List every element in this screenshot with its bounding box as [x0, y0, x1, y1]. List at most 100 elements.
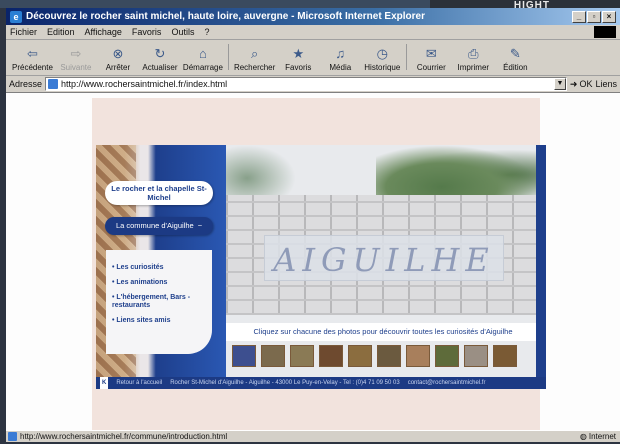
title-bar[interactable]: e Découvrez le rocher saint michel, haut… [6, 8, 620, 25]
back-button[interactable]: ⇦ Précédente [10, 46, 55, 72]
refresh-icon: ↻ [154, 46, 166, 61]
forward-label: Suivante [60, 63, 92, 72]
internet-zone: ◍ Internet [580, 432, 616, 441]
photo-caption: Cliquez sur chacune des photos pour déco… [226, 323, 540, 341]
go-arrow-icon: ➜ [569, 78, 578, 89]
back-label: Précédente [12, 63, 53, 72]
address-url: http://www.rochersaintmichel.fr/index.ht… [61, 79, 228, 89]
zone-label: Internet [588, 432, 616, 441]
media-button[interactable]: ♫ Média [319, 46, 361, 72]
menu-outils[interactable]: Outils [171, 27, 194, 37]
thumbnail[interactable] [493, 345, 517, 367]
mail-icon: ✉ [425, 46, 437, 61]
site-main: AIGUILHE Cliquez sur chacune des photos … [226, 145, 540, 377]
print-label: Imprimer [457, 63, 490, 72]
stop-icon: ⊗ [112, 46, 124, 61]
address-label: Adresse [9, 79, 43, 89]
address-input[interactable]: http://www.rochersaintmichel.fr/index.ht… [45, 77, 567, 91]
address-bar: Adresse http://www.rochersaintmichel.fr/… [6, 76, 620, 93]
sky-image [226, 145, 296, 200]
browser-window: e Découvrez le rocher saint michel, haut… [6, 8, 620, 442]
menu-edition[interactable]: Edition [47, 27, 75, 37]
footer-logo: K [100, 377, 109, 389]
menu-favoris[interactable]: Favoris [132, 27, 162, 37]
site-frame: Le rocher et la chapelle St-Michel La co… [96, 145, 546, 389]
nav-commune-label: La commune d'Aiguilhe [115, 221, 194, 230]
thumbnail[interactable] [435, 345, 459, 367]
menu-fichier[interactable]: Fichier [10, 27, 37, 37]
thumbnail[interactable] [261, 345, 285, 367]
history-icon: ◷ [376, 46, 388, 61]
mail-button[interactable]: ✉ Courrier [410, 46, 452, 72]
home-button[interactable]: ⌂ Démarrage [181, 46, 225, 72]
menu-affichage[interactable]: Affichage [85, 27, 122, 37]
menu-help[interactable]: ? [204, 27, 209, 37]
menu-bar: Fichier Edition Affichage Favoris Outils… [6, 25, 620, 40]
right-band [536, 145, 546, 377]
edit-icon: ✎ [509, 46, 521, 61]
media-icon: ♫ [335, 46, 346, 61]
link-hebergement[interactable]: L'hébergement, Bars - restaurants [112, 294, 208, 310]
link-animations[interactable]: Les animations [112, 279, 208, 287]
favorites-label: Favoris [285, 63, 312, 72]
toolbar-separator [406, 44, 408, 70]
link-curiosites[interactable]: Les curiosités [112, 264, 208, 272]
page-viewport: Le rocher et la chapelle St-Michel La co… [6, 93, 620, 430]
site-footer: K Retour à l'accueil Rocher St-Michel d'… [96, 377, 546, 389]
history-button[interactable]: ◷ Historique [361, 46, 403, 72]
status-bar: http://www.rochersaintmichel.fr/commune/… [6, 430, 620, 442]
go-label: OK [579, 79, 593, 89]
print-button[interactable]: ⎙ Imprimer [452, 46, 494, 72]
ie-logo-icon: e [10, 10, 22, 23]
site-sidebar: Le rocher et la chapelle St-Michel La co… [96, 145, 226, 377]
thumbnail[interactable] [464, 345, 488, 367]
chevron-down-icon[interactable]: ▼ [553, 78, 566, 90]
edit-button[interactable]: ✎ Édition [494, 46, 536, 72]
forward-button[interactable]: ⇨ Suivante [55, 46, 97, 72]
search-button[interactable]: ⌕ Rechercher [232, 46, 277, 72]
print-icon: ⎙ [468, 46, 479, 61]
favorites-button[interactable]: ★ Favoris [277, 46, 319, 72]
footer-email-link[interactable]: contact@rochersaintmichel.fr [408, 377, 486, 389]
home-label: Démarrage [182, 63, 223, 72]
page-icon [8, 432, 17, 441]
windows-logo-icon [594, 26, 616, 38]
maximize-button[interactable]: ▫ [587, 10, 601, 23]
refresh-label: Actualiser [142, 63, 178, 72]
thumbnail[interactable] [319, 345, 343, 367]
stop-button[interactable]: ⊗ Arrêter [97, 46, 139, 72]
edit-label: Édition [503, 63, 528, 72]
footer-home-link[interactable]: Retour à l'accueil [116, 377, 162, 389]
stop-label: Arrêter [105, 63, 131, 72]
history-label: Historique [364, 63, 401, 72]
page-favicon-icon [48, 79, 59, 89]
favorites-icon: ★ [292, 46, 305, 61]
thumbnail[interactable] [406, 345, 430, 367]
thumbnail[interactable] [232, 345, 256, 367]
search-icon: ⌕ [250, 46, 259, 61]
thumbnail[interactable] [348, 345, 372, 367]
minimize-button[interactable]: _ [572, 10, 586, 23]
mail-label: Courrier [416, 63, 446, 72]
thumbnail[interactable] [290, 345, 314, 367]
back-arrow-icon: ⇦ [27, 46, 38, 61]
toolbar-separator [227, 44, 229, 70]
footer-address: Rocher St-Michel d'Aiguilhe - Aiguilhe -… [170, 380, 400, 386]
thumbnail[interactable] [377, 345, 401, 367]
sidebar-links: Les curiosités Les animations L'hébergem… [106, 250, 212, 354]
nav-rocher-chapelle[interactable]: Le rocher et la chapelle St-Michel [105, 181, 213, 205]
toolbar: ⇦ Précédente ⇨ Suivante ⊗ Arrêter ↻ Actu… [6, 40, 620, 76]
forward-arrow-icon: ⇨ [70, 46, 82, 61]
status-text: http://www.rochersaintmichel.fr/commune/… [20, 432, 228, 441]
close-button[interactable]: × [602, 10, 616, 23]
search-label: Rechercher [233, 63, 276, 72]
links-button[interactable]: Liens [595, 79, 617, 89]
go-button[interactable]: ➜ OK [570, 79, 593, 90]
refresh-button[interactable]: ↻ Actualiser [139, 46, 181, 72]
photo-thumbnails [232, 345, 517, 367]
link-sites-amis[interactable]: Liens sites amis [112, 317, 208, 325]
site-title: AIGUILHE [273, 241, 495, 279]
nav-commune-aiguilhe[interactable]: La commune d'Aiguilhe ~ [105, 217, 213, 235]
globe-icon: ◍ [579, 432, 587, 441]
home-icon: ⌂ [198, 46, 207, 61]
